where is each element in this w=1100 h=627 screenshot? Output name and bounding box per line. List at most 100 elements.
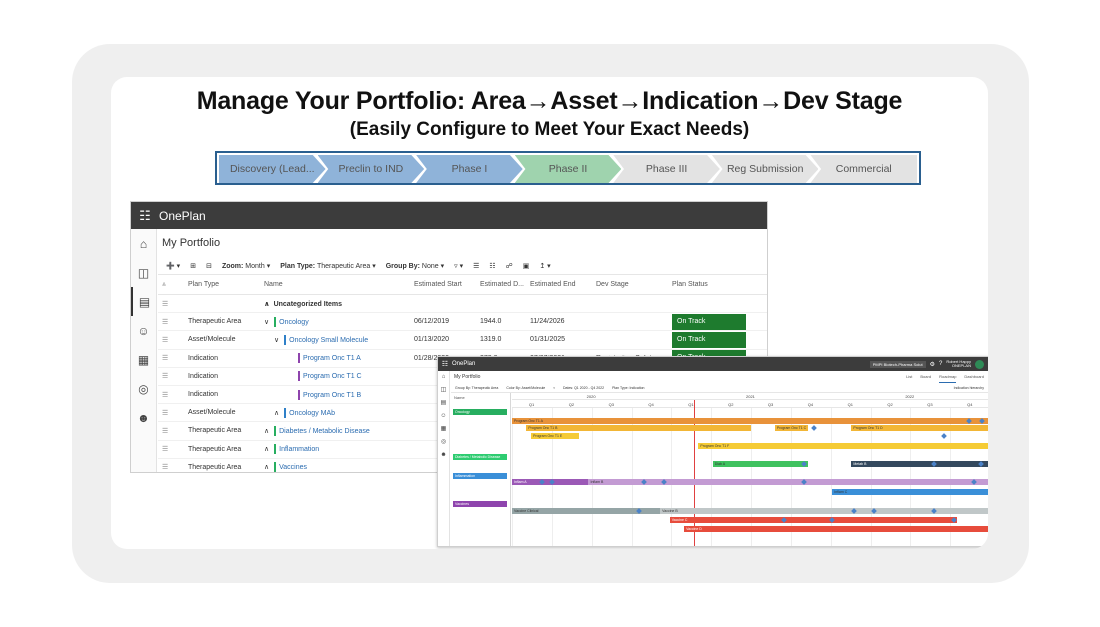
target-icon[interactable]: ◎ [131, 374, 156, 403]
plan-name-link[interactable]: Program Onc T1 A [303, 355, 361, 362]
name-cell[interactable]: ∧ Diabetes / Metabolic Disease [264, 425, 414, 436]
drag-handle-icon[interactable]: ☰ [158, 372, 188, 380]
column-header[interactable]: Plan Status [672, 281, 748, 288]
gantt-bar[interactable]: Program Onc T1 C [774, 425, 809, 431]
avatar[interactable] [975, 359, 984, 369]
gantt-bar[interactable]: Program Onc T1 A [512, 418, 988, 424]
view-tab[interactable]: Dashboard [964, 371, 984, 383]
view-tab[interactable]: Roadmap [939, 371, 957, 383]
people-icon[interactable]: ☺ [131, 316, 156, 345]
stage-chevron[interactable]: Commercial [810, 155, 918, 183]
table-row[interactable]: ☰ Therapeutic Area ∨ Oncology 06/12/2019 1944… [158, 313, 767, 332]
filter-icon[interactable]: ▿ ▾ [454, 262, 463, 270]
name-cell[interactable]: ∧ Oncology MAb [264, 407, 414, 418]
chevron-icon[interactable]: ∧ [264, 428, 269, 435]
plan-type-dropdown[interactable]: Plan Type: Therapeutic Area ▾ [280, 262, 376, 270]
stage-chevron[interactable]: Phase II [514, 155, 622, 183]
export-icon[interactable]: ↥ ▾ [539, 262, 550, 270]
portfolio-icon[interactable]: ▤ [438, 397, 449, 410]
column-header[interactable]: Dev Stage [596, 281, 672, 288]
gantt-bar[interactable]: Metab B [851, 461, 988, 467]
gantt-bar[interactable]: Program Onc T1 F [698, 443, 988, 449]
plan-name-link[interactable]: Oncology [279, 319, 309, 326]
zoom-dropdown[interactable]: Zoom: Month ▾ [222, 262, 270, 270]
plan-name-link[interactable]: Program Onc T1 C [303, 373, 362, 380]
color-by-dropdown[interactable]: Color By: Asset/Molecule [506, 386, 545, 390]
list-icon[interactable]: ☰ [473, 262, 479, 270]
person-icon[interactable]: ☻ [131, 403, 156, 432]
view-tab[interactable]: List [906, 371, 912, 383]
plan-name-link[interactable]: Vaccines [279, 464, 307, 471]
drag-handle-icon[interactable]: ☰ [158, 300, 188, 308]
name-cell[interactable]: ∧ Vaccines [264, 462, 414, 472]
milestone-icon[interactable] [941, 433, 947, 439]
name-cell[interactable]: ∧ Inflammation [264, 444, 414, 455]
group-label[interactable]: Inflammation [453, 473, 507, 479]
drag-handle-icon[interactable]: ☰ [158, 427, 188, 435]
table-row[interactable]: ☰ Asset/Molecule ∨ Oncology Small Molecule 0… [158, 331, 767, 350]
drag-handle-icon[interactable]: ☰ [158, 336, 188, 344]
hierarchy-toggle[interactable]: Indication hierarchy [954, 386, 988, 390]
column-header[interactable]: Plan Type [188, 281, 264, 288]
column-header[interactable]: Estimated Start [414, 281, 480, 288]
chevron-icon[interactable]: ∧ [264, 464, 269, 471]
target-icon[interactable]: ◎ [438, 436, 449, 449]
home-icon[interactable]: ⌂ [131, 229, 156, 258]
stage-chevron[interactable]: Phase III [613, 155, 720, 183]
expand-icon[interactable]: ⊞ [190, 262, 196, 270]
app-launcher-icon[interactable]: ☷ [131, 208, 159, 224]
drag-handle-icon[interactable]: ☰ [158, 354, 188, 362]
drag-handle-icon[interactable]: ☰ [158, 463, 188, 471]
gantt-bar[interactable]: Program Onc T1 E [531, 433, 579, 439]
gantt-bar[interactable]: Program Onc T1 B [526, 425, 751, 431]
drag-handle-icon[interactable]: ☰ [158, 318, 188, 326]
share-icon[interactable]: ☍ [506, 262, 513, 270]
help-icon[interactable]: ? [939, 361, 942, 367]
group-by-dropdown[interactable]: Group By: None ▾ [386, 262, 444, 270]
stage-chevron[interactable]: Discovery (Lead... [219, 155, 326, 183]
tenant-switcher[interactable]: PMPI Biotech-Pharma Solut [869, 360, 926, 368]
collapse-icon[interactable]: ⊟ [206, 262, 212, 270]
chevron-icon[interactable]: ∨ [274, 337, 279, 344]
hierarchy-icon[interactable]: ⩓ [158, 281, 188, 289]
calendar-icon[interactable]: ▦ [438, 423, 449, 436]
milestone-icon[interactable] [811, 425, 817, 431]
plan-name-link[interactable]: Oncology Small Molecule [289, 337, 368, 344]
gantt-icon[interactable]: ☷ [489, 262, 495, 270]
plan-name-link[interactable]: Inflammation [279, 446, 319, 453]
chevron-icon[interactable]: ∧ [264, 446, 269, 453]
drag-handle-icon[interactable]: ☰ [158, 409, 188, 417]
stage-chevron[interactable]: Preclin to IND [317, 155, 425, 183]
group-label[interactable]: Vaccines [453, 501, 507, 507]
name-cell[interactable]: ∨ Oncology Small Molecule [264, 334, 414, 345]
gantt-bar[interactable]: Inflam C [832, 489, 988, 495]
name-cell[interactable]: ∨ Oncology [264, 316, 414, 327]
name-cell[interactable]: Program Onc T1 B [264, 389, 414, 400]
column-header[interactable]: Estimated End [530, 281, 596, 288]
briefcase-icon[interactable]: ◫ [438, 384, 449, 397]
column-header[interactable]: Name [264, 281, 414, 288]
gantt-bar[interactable]: Inflam B [588, 479, 988, 485]
group-row[interactable]: ☰ ∧ Uncategorized Items [158, 295, 767, 314]
people-icon[interactable]: ☺ [438, 410, 449, 423]
plan-name-link[interactable]: Program Onc T1 B [303, 391, 361, 398]
chevron-icon[interactable]: ∧ [274, 410, 279, 417]
stage-chevron[interactable]: Phase I [416, 155, 523, 183]
gantt-bar[interactable]: Vaccine C [669, 517, 957, 523]
person-icon[interactable]: ☻ [438, 449, 449, 462]
chevron-icon[interactable]: ∨ [264, 319, 269, 326]
gantt-bar[interactable]: Vaccine B [660, 508, 988, 514]
group-label[interactable]: Diabetes / Metabolic Disease [453, 454, 507, 460]
plan-type-dropdown[interactable]: Plan Type: Indication [612, 386, 644, 390]
gantt-bar[interactable]: Vaccine D [684, 526, 988, 532]
name-cell[interactable]: Program Onc T1 A [264, 353, 414, 364]
home-icon[interactable]: ⌂ [438, 371, 449, 384]
add-button[interactable]: ➕ ▾ [166, 262, 180, 270]
view-tab[interactable]: Board [920, 371, 931, 383]
plan-name-link[interactable]: Oncology MAb [289, 410, 335, 417]
calendar-icon[interactable]: ▦ [131, 345, 156, 374]
gantt-bar[interactable]: Program Onc T1 D [851, 425, 988, 431]
column-header[interactable]: Estimated D... [480, 281, 530, 288]
dates-dropdown[interactable]: Dates: Q1 2020 - Q4 2022 [563, 386, 604, 390]
stage-chevron[interactable]: Reg Submission [711, 155, 819, 183]
